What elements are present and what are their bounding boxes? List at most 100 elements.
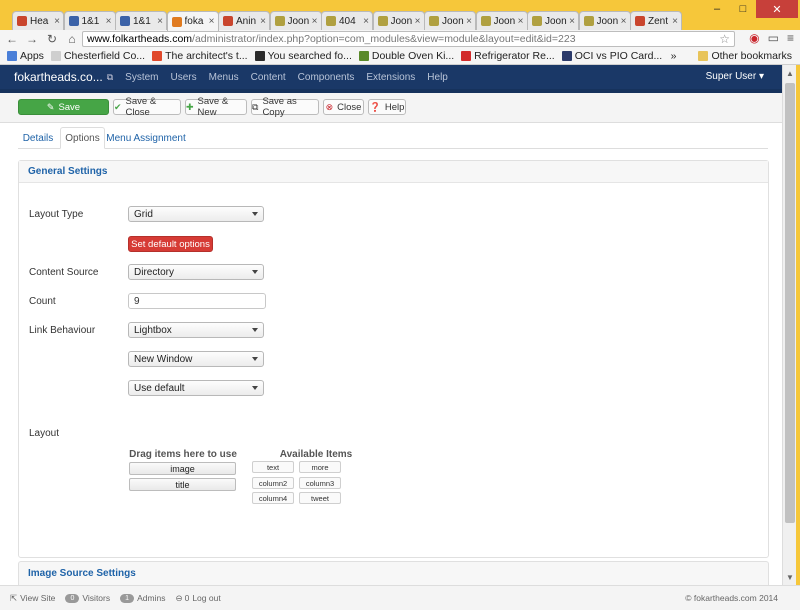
browser-tab[interactable]: 404 × (321, 11, 373, 30)
admin-menu-item[interactable]: Help (427, 72, 448, 83)
close-tab-icon[interactable]: × (466, 16, 472, 27)
close-tab-icon[interactable]: × (157, 16, 163, 27)
close-tab-icon[interactable]: × (106, 16, 112, 27)
used-item-image[interactable]: image (129, 462, 236, 475)
save-close-button[interactable]: ✔ Save & Close (113, 96, 181, 118)
link-behaviour-select[interactable]: Lightbox (128, 322, 264, 338)
view-site-link[interactable]: ⇱ View Site (10, 593, 55, 604)
reload-icon[interactable]: ↻ (44, 31, 60, 47)
general-settings-heading[interactable]: General Settings (19, 161, 768, 183)
bookmark-label: OCI vs PIO Card... (574, 50, 663, 62)
close-tab-icon[interactable]: × (260, 16, 266, 27)
window-controls: – □ ✕ (704, 0, 798, 18)
chevron-down-icon (252, 386, 258, 390)
browser-tab[interactable]: Joon × (372, 11, 425, 30)
back-icon[interactable]: ← (4, 31, 20, 47)
admin-menu-item[interactable]: Users (171, 72, 197, 83)
minimize-button[interactable]: – (704, 0, 730, 18)
close-tab-icon[interactable]: × (621, 16, 627, 27)
available-item-column2[interactable]: column2 (252, 477, 294, 489)
default-option-select[interactable]: Use default (128, 380, 264, 396)
scroll-thumb[interactable] (785, 83, 795, 523)
browser-tab[interactable]: Joon × (578, 11, 631, 30)
available-item-column3[interactable]: column3 (299, 477, 341, 489)
close-tab-icon[interactable]: × (312, 16, 318, 27)
scroll-up-icon[interactable]: ▲ (783, 67, 797, 79)
close-tab-icon[interactable]: × (209, 16, 215, 27)
drag-items-title: Drag items here to use (129, 449, 237, 460)
browser-tab[interactable]: Zent × (630, 11, 682, 30)
tab-details[interactable]: Details (18, 127, 58, 149)
logout-link[interactable]: ⊖ 0 Log out (175, 593, 220, 604)
opera-icon[interactable]: ◉ (749, 31, 759, 45)
bookmark-item[interactable]: You searched fo... (254, 50, 352, 62)
bookmark-item[interactable]: Apps (7, 50, 44, 62)
browser-tab[interactable]: 1&1 × (115, 11, 167, 30)
admin-menu-item[interactable]: System (125, 72, 158, 83)
content-source-select[interactable]: Directory (128, 264, 264, 280)
favicon-icon (532, 16, 542, 26)
browser-tab[interactable]: Joon × (424, 11, 476, 30)
forward-icon[interactable]: → (24, 31, 40, 47)
close-button[interactable]: ⊗ Close (323, 99, 364, 115)
maximize-button[interactable]: □ (730, 0, 756, 18)
tab-options[interactable]: Options (60, 127, 105, 149)
page-scrollbar[interactable]: ▲ ▼ (782, 65, 796, 585)
window-target-select[interactable]: New Window (128, 351, 264, 367)
visitors-status: 0 Visitors (65, 593, 110, 603)
close-tab-icon[interactable]: × (415, 16, 421, 27)
close-tab-icon[interactable]: × (569, 16, 575, 27)
close-window-button[interactable]: ✕ (756, 0, 798, 18)
available-item-column4[interactable]: column4 (252, 492, 294, 504)
browser-tab[interactable]: Hea × (12, 11, 64, 30)
favicon-icon (377, 16, 388, 26)
save-button[interactable]: ✎ Save (18, 99, 109, 115)
user-menu[interactable]: Super User ▾ (706, 71, 764, 82)
other-bookmarks[interactable]: Other bookmarks (698, 50, 792, 62)
browser-tab[interactable]: Joon × (527, 11, 579, 30)
bookmark-item[interactable]: Refrigerator Re... (461, 50, 555, 62)
tab-menu-assignment[interactable]: Menu Assignment (106, 127, 186, 149)
link-behaviour-value: Lightbox (134, 324, 172, 336)
scroll-down-icon[interactable]: ▼ (783, 571, 797, 583)
admin-menu-item[interactable]: Menus (209, 72, 239, 83)
favicon-icon (17, 16, 27, 26)
available-item-more[interactable]: more (299, 461, 341, 473)
count-input[interactable]: 9 (128, 293, 266, 309)
browser-tab[interactable]: foka × (166, 11, 219, 31)
external-link-icon[interactable]: ⧉ (107, 72, 113, 83)
browser-tab[interactable]: Joon × (475, 11, 528, 30)
save-new-button[interactable]: ✚ Save & New (185, 96, 247, 118)
available-item-text[interactable]: text (252, 461, 294, 473)
bookmark-star-icon[interactable]: ☆ (719, 32, 730, 46)
browser-tab-title: Joon (545, 15, 567, 27)
available-item-tweet[interactable]: tweet (299, 492, 341, 504)
browser-tab[interactable]: Joon × (269, 11, 322, 30)
layout-type-select[interactable]: Grid (128, 206, 264, 222)
close-tab-icon[interactable]: × (518, 16, 524, 27)
browser-tab[interactable]: Anin × (218, 11, 270, 30)
bookmarks-overflow[interactable]: » (671, 50, 677, 62)
address-bar[interactable]: www.folkartheads.com/administrator/index… (82, 31, 735, 47)
admin-menu-item[interactable]: Components (298, 72, 355, 83)
close-tab-icon[interactable]: × (54, 16, 60, 27)
bookmark-item[interactable]: OCI vs PIO Card... (561, 50, 663, 62)
admin-menu-item[interactable]: Content (251, 72, 286, 83)
image-source-settings-heading[interactable]: Image Source Settings (19, 562, 768, 584)
admin-menu-item[interactable]: Extensions (366, 72, 415, 83)
browser-tab-title: Joon (596, 15, 619, 27)
bookmark-item[interactable]: The architect's t... (152, 50, 248, 62)
site-brand[interactable]: fokartheads.co... (14, 70, 103, 84)
browser-tab[interactable]: 1&1 × (63, 11, 116, 30)
bookmark-item[interactable]: Double Oven Ki... (358, 50, 454, 62)
help-button[interactable]: ❓ Help (368, 99, 406, 115)
home-icon[interactable]: ⌂ (64, 31, 80, 47)
close-tab-icon[interactable]: × (672, 16, 678, 27)
set-default-options-button[interactable]: Set default options (128, 236, 213, 252)
cast-icon[interactable]: ▭ (768, 31, 779, 45)
close-tab-icon[interactable]: × (363, 16, 369, 27)
used-item-title[interactable]: title (129, 478, 236, 491)
save-copy-button[interactable]: ⧉ Save as Copy (251, 96, 319, 118)
bookmark-item[interactable]: Chesterfield Co... (50, 50, 145, 62)
menu-icon[interactable]: ≡ (787, 31, 794, 45)
